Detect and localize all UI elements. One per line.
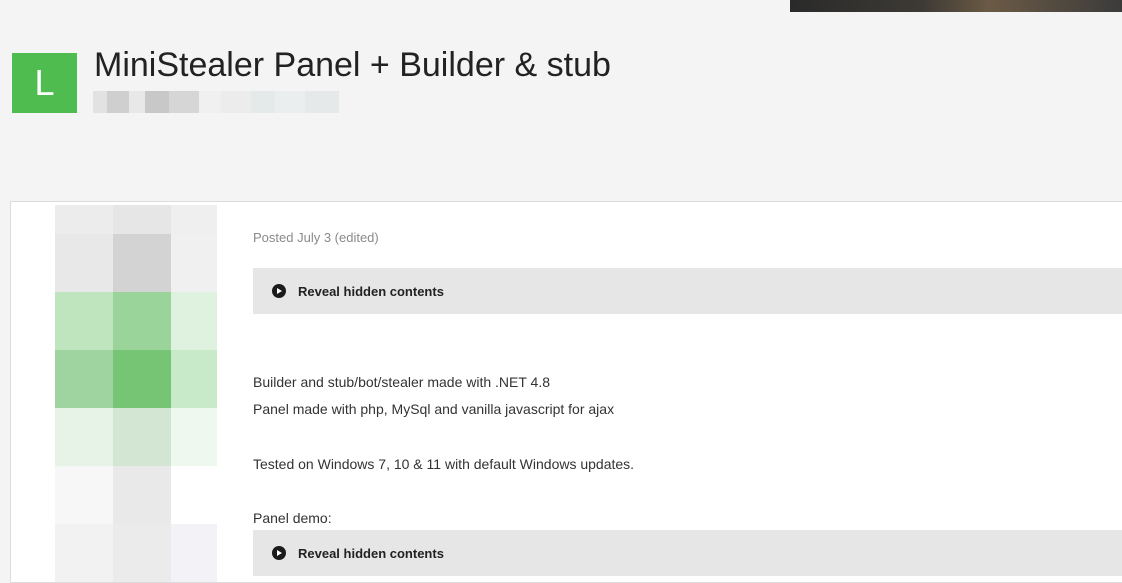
author-avatar-blurred[interactable]	[55, 205, 217, 582]
reveal-hidden-contents-button[interactable]: Reveal hidden contents	[253, 268, 1122, 314]
author-avatar-letter[interactable]: L	[12, 53, 77, 113]
post-text-line: Builder and stub/bot/stealer made with .…	[253, 374, 551, 390]
post-date[interactable]: Posted July 3 (edited)	[253, 230, 379, 245]
blurred-author-info	[93, 91, 348, 113]
post-text-line: Tested on Windows 7, 10 & 11 with defaul…	[253, 456, 635, 472]
topic-header: L MiniStealer Panel + Builder & stub	[0, 0, 1122, 200]
reveal-label: Reveal hidden contents	[298, 545, 444, 561]
post-text-line: Panel demo:	[253, 510, 332, 526]
post-text-line: Panel made with php, MySql and vanilla j…	[253, 401, 615, 417]
reveal-hidden-contents-button-2[interactable]: Reveal hidden contents	[253, 530, 1122, 576]
page-title: MiniStealer Panel + Builder & stub	[94, 46, 611, 84]
reveal-label: Reveal hidden contents	[298, 283, 444, 299]
circle-chevron-right-icon	[272, 546, 286, 560]
circle-chevron-right-icon	[272, 284, 286, 298]
